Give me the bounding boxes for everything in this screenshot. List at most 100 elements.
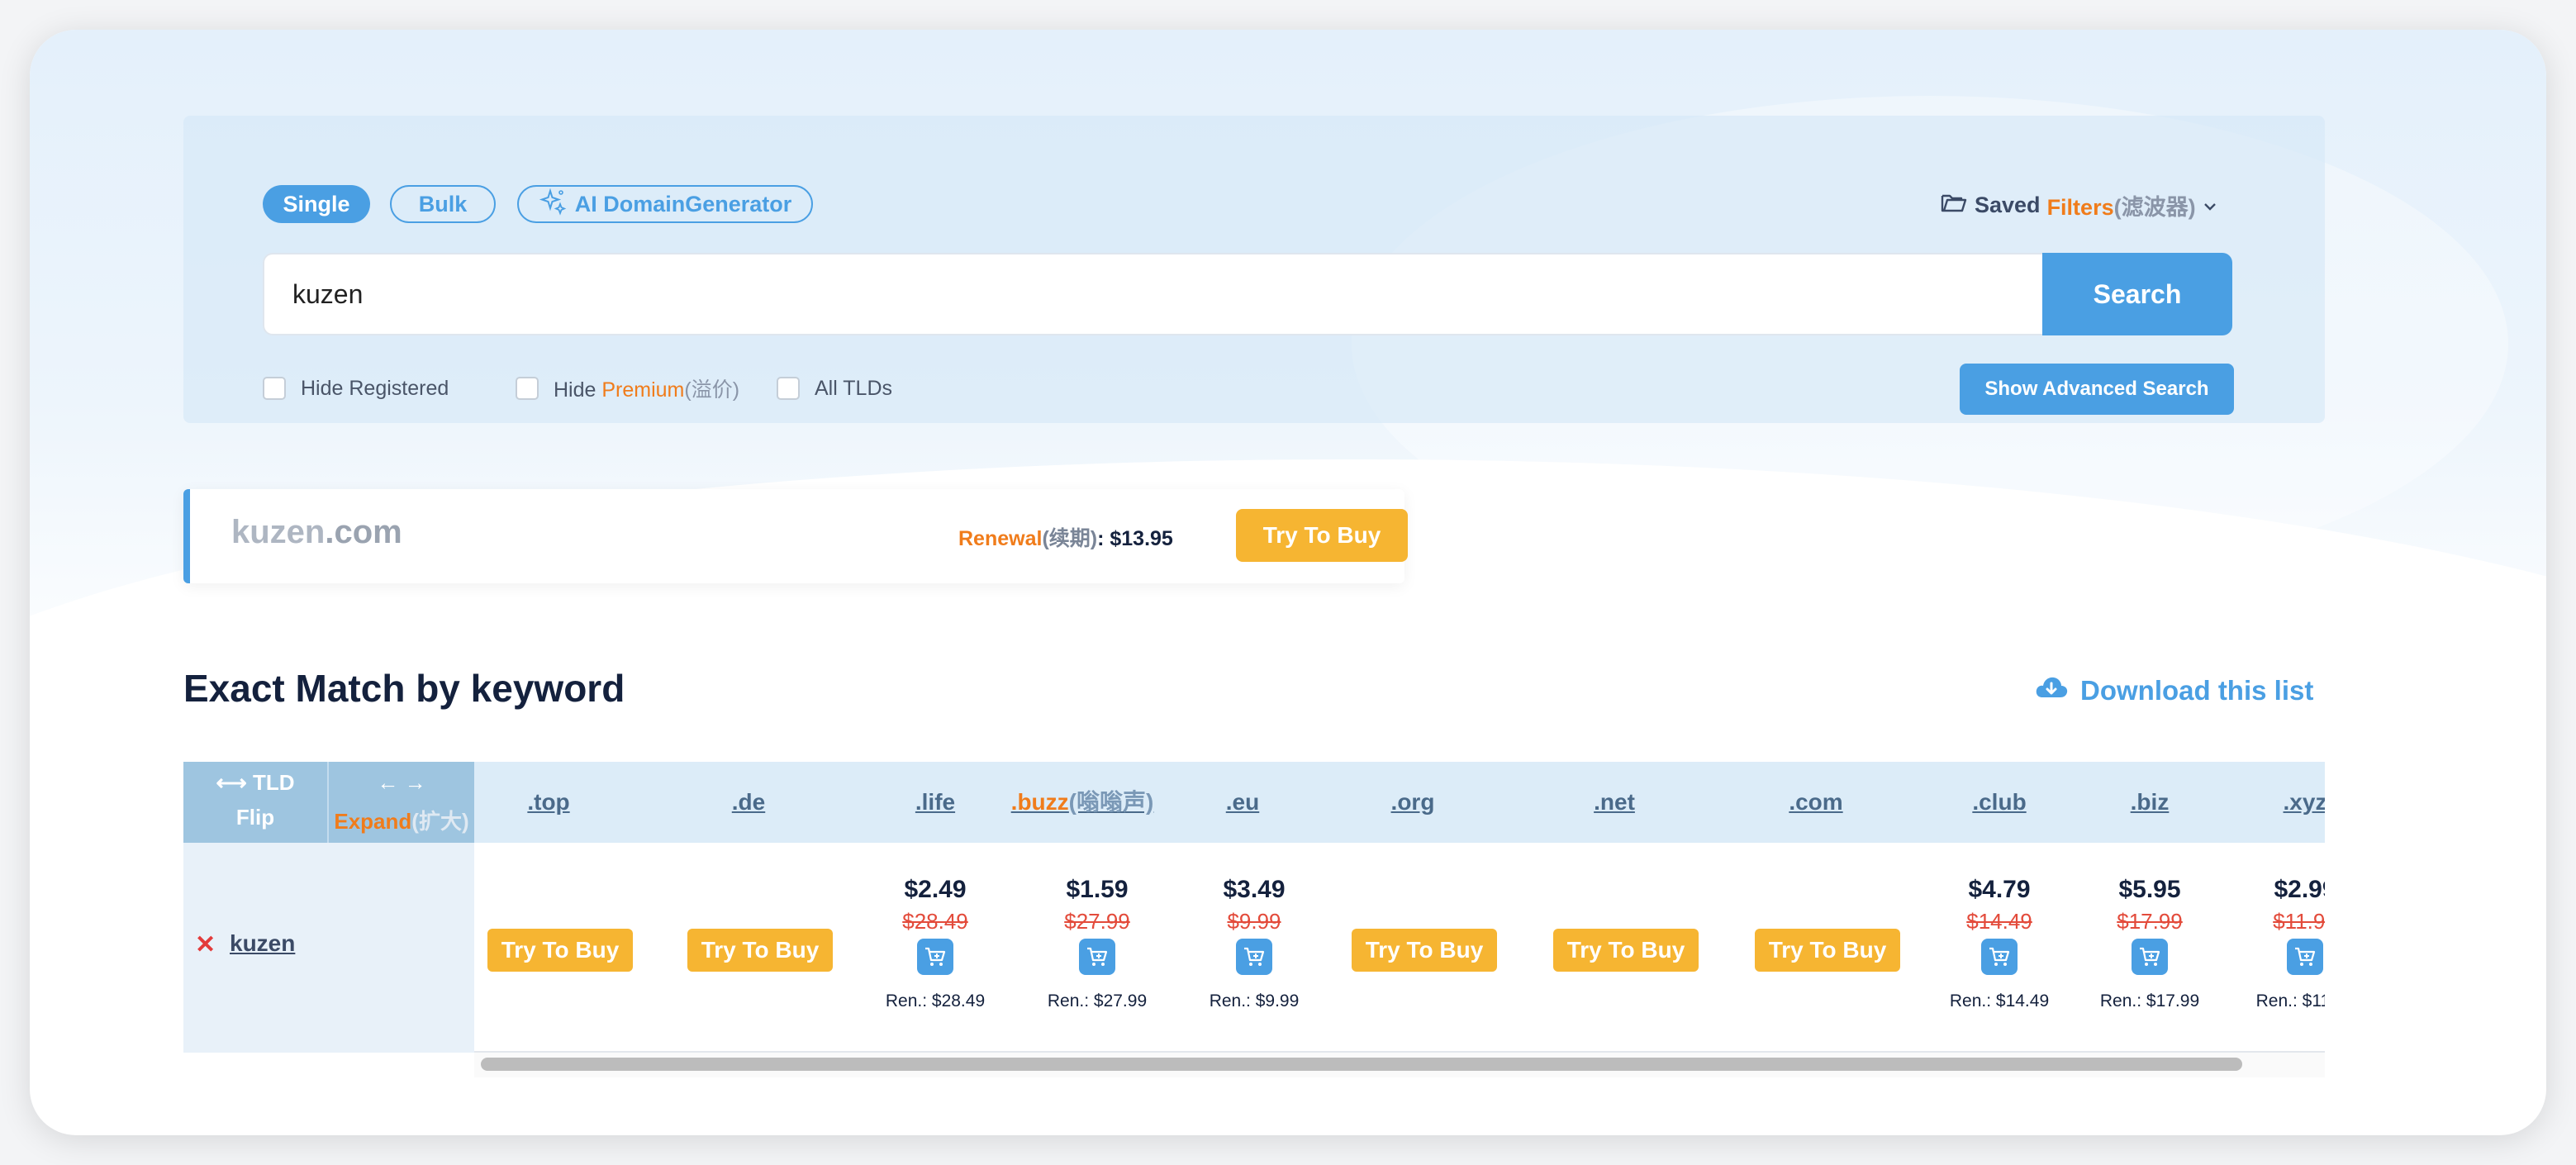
cart-icon[interactable] — [1079, 939, 1115, 975]
checkbox-box[interactable] — [263, 377, 286, 400]
try-to-buy-button[interactable]: Try To Buy — [1236, 509, 1408, 562]
checkbox-box[interactable] — [516, 377, 539, 400]
show-advanced-search-button[interactable]: Show Advanced Search — [1960, 364, 2234, 415]
renewal-price: Renewal(续期): $13.95 — [958, 522, 1173, 552]
try-to-buy-button[interactable]: Try To Buy — [1352, 929, 1497, 972]
featured-domain-card: kuzen.com Renewal(续期): $13.95 Try To Buy — [183, 489, 1408, 583]
all-tlds-checkbox[interactable]: All TLDs — [777, 373, 892, 403]
tld-flip-header[interactable]: ⟷ TLD Flip — [183, 762, 329, 843]
original-price: $27.99 — [1064, 909, 1130, 934]
search-button[interactable]: Search — [2042, 253, 2232, 335]
tld-header-eu[interactable]: .eu — [1168, 762, 1317, 843]
download-list-link[interactable]: Download this list — [2034, 674, 2313, 707]
sale-price: $2.49 — [904, 876, 967, 903]
premium-label: Premium — [601, 378, 685, 402]
buzz-cn-label: (嗡嗡声) — [1068, 789, 1154, 815]
try-to-buy-button[interactable]: Try To Buy — [1553, 929, 1699, 972]
search-input[interactable] — [263, 253, 2042, 335]
buzz-label: .buzz — [1010, 789, 1069, 815]
cell-life: $2.49 $28.49 Ren.: $28.49 — [861, 843, 1010, 1053]
domain-sld: kuzen — [231, 514, 326, 550]
tld-header-life[interactable]: .life — [861, 762, 1010, 843]
original-price: $17.99 — [2117, 909, 2183, 934]
cell-eu: $3.49 $9.99 Ren.: $9.99 — [1180, 843, 1328, 1053]
tld-header-top[interactable]: .top — [474, 762, 623, 843]
expand-header[interactable]: ← → Expand(扩大) — [329, 762, 474, 843]
mode-bulk-tab[interactable]: Bulk — [390, 185, 496, 223]
renewal-price: Ren.: $28.49 — [885, 991, 986, 1010]
scrollbar-thumb[interactable] — [481, 1058, 2242, 1071]
ai-generator-label: AI DomainGenerator — [574, 191, 792, 216]
cell-club: $4.79 $14.49 Ren.: $14.49 — [1925, 843, 2074, 1053]
search-panel: Single Bulk AI DomainGenerator Saved Fil… — [183, 116, 2325, 423]
results-table: ⟷ TLD Flip ← → Expand(扩大) .top .de .life… — [183, 762, 2325, 1077]
tld-flip-label: ⟷ TLD — [216, 770, 295, 795]
renewal-price: Ren.: $27.99 — [1047, 991, 1148, 1010]
keyword-link[interactable]: kuzen — [230, 930, 295, 957]
tld-header-xyz[interactable]: .xyz — [2231, 762, 2325, 843]
tld-header-net[interactable]: .net — [1540, 762, 1689, 843]
tld-header-buzz[interactable]: .buzz(嗡嗡声) — [1000, 762, 1165, 843]
tld-header-de[interactable]: .de — [674, 762, 823, 843]
expand-label-line: Expand(扩大) — [329, 805, 474, 835]
chevron-down-icon — [2203, 193, 2217, 218]
tld-header-org[interactable]: .org — [1338, 762, 1487, 843]
sale-price: $5.95 — [2118, 876, 2181, 903]
filters-label: Filters — [2046, 194, 2114, 220]
app-window: Single Bulk AI DomainGenerator Saved Fil… — [30, 30, 2546, 1135]
original-price: $11.99 — [2273, 909, 2325, 934]
original-price: $14.49 — [1966, 909, 2032, 934]
folder-icon — [1940, 191, 1968, 220]
expand-label: Expand — [334, 809, 412, 834]
checkbox-box[interactable] — [777, 377, 800, 400]
tld-header-club[interactable]: .club — [1925, 762, 2074, 843]
flip-label: Flip — [235, 805, 275, 830]
renewal-cn-label: (续期) — [1042, 527, 1098, 550]
mode-ai-generator-tab[interactable]: AI DomainGenerator — [517, 185, 813, 223]
close-icon[interactable]: ✕ — [195, 930, 216, 959]
renewal-price: Ren.: $11.99 — [2255, 991, 2325, 1010]
hide-registered-label: Hide Registered — [301, 376, 449, 400]
section-title: Exact Match by keyword — [183, 667, 625, 710]
all-tlds-label: All TLDs — [815, 376, 893, 400]
sale-price: $1.59 — [1066, 876, 1129, 903]
download-label: Download this list — [2080, 675, 2314, 706]
expand-arrows-icon: ← → — [377, 770, 426, 795]
hide-label: Hide — [554, 378, 596, 402]
saved-filters-dropdown[interactable]: Saved Filters(滤波器) — [1940, 187, 2217, 223]
try-to-buy-button[interactable]: Try To Buy — [1755, 929, 1900, 972]
sparkle-icon — [539, 188, 567, 221]
cell-xyz: $2.99 $11.99 Ren.: $11.99 — [2231, 843, 2325, 1053]
hide-registered-checkbox[interactable]: Hide Registered — [263, 373, 449, 403]
cart-icon[interactable] — [917, 939, 953, 975]
renewal-value: : $13.95 — [1097, 527, 1173, 550]
domain-tld: .com — [325, 514, 402, 550]
mode-single-tab[interactable]: Single — [263, 185, 370, 223]
keyword-row-label: ✕ kuzen — [183, 843, 474, 1053]
sale-price: $4.79 — [1968, 876, 2031, 903]
cell-net: Try To Buy — [1540, 843, 1712, 1053]
tld-header-biz[interactable]: .biz — [2075, 762, 2224, 843]
horizontal-scrollbar[interactable] — [474, 1053, 2325, 1077]
cart-icon[interactable] — [1981, 939, 2018, 975]
tld-header-row: .top .de .life .buzz(嗡嗡声) .eu .org .net … — [474, 762, 2325, 843]
renewal-price: Ren.: $9.99 — [1209, 991, 1300, 1010]
try-to-buy-button[interactable]: Try To Buy — [687, 929, 833, 972]
cart-icon[interactable] — [2287, 939, 2323, 975]
sale-price: $2.99 — [2274, 876, 2325, 903]
sale-price: $3.49 — [1223, 876, 1286, 903]
saved-label: Saved — [1975, 192, 2041, 217]
original-price: $28.49 — [902, 909, 968, 934]
cell-de: Try To Buy — [674, 843, 846, 1053]
renewal-price: Ren.: $17.99 — [2099, 991, 2200, 1010]
try-to-buy-button[interactable]: Try To Buy — [487, 929, 633, 972]
cart-icon[interactable] — [2132, 939, 2168, 975]
cart-icon[interactable] — [1236, 939, 1272, 975]
hide-premium-checkbox[interactable]: Hide Premium(溢价) — [516, 373, 739, 403]
renewal-price: Ren.: $14.49 — [1949, 991, 2050, 1010]
tld-header-com[interactable]: .com — [1742, 762, 1890, 843]
cell-biz: $5.95 $17.99 Ren.: $17.99 — [2075, 843, 2224, 1053]
premium-cn-label: (溢价) — [684, 378, 740, 402]
expand-cn-label: (扩大) — [411, 809, 469, 834]
cell-top: Try To Buy — [474, 843, 646, 1053]
